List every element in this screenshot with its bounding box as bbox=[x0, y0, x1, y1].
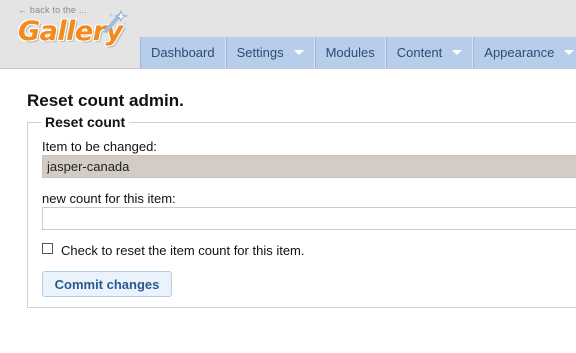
back-link[interactable]: ← back to the ... bbox=[18, 5, 87, 15]
fieldset-legend: Reset count bbox=[41, 114, 130, 130]
nav-dashboard-label: Dashboard bbox=[151, 45, 215, 60]
nav-content[interactable]: Content bbox=[385, 37, 474, 68]
nav-content-label: Content bbox=[396, 45, 443, 60]
nav-modules[interactable]: Modules bbox=[314, 37, 386, 68]
main-nav: Dashboard Settings Modules Content Appea… bbox=[140, 37, 576, 68]
reset-checkbox[interactable] bbox=[42, 243, 53, 254]
sparkle-icon bbox=[104, 9, 128, 33]
page-title: Reset count admin. bbox=[27, 91, 184, 110]
nav-settings-label: Settings bbox=[236, 45, 284, 60]
nav-appearance[interactable]: Appearance bbox=[473, 37, 576, 68]
commit-changes-button[interactable]: Commit changes bbox=[42, 271, 172, 297]
nav-modules-label: Modules bbox=[325, 45, 375, 60]
count-field[interactable] bbox=[42, 207, 576, 230]
chevron-down-icon bbox=[452, 50, 463, 55]
nav-dashboard[interactable]: Dashboard bbox=[140, 37, 226, 68]
chevron-down-icon bbox=[293, 50, 304, 55]
nav-appearance-label: Appearance bbox=[484, 45, 555, 60]
nav-settings[interactable]: Settings bbox=[225, 37, 315, 68]
header: ← back to the ... Gallery Dashboard Sett… bbox=[0, 0, 576, 69]
checkbox-label[interactable]: Check to reset the item count for this i… bbox=[61, 243, 305, 258]
chevron-down-icon bbox=[564, 50, 575, 55]
count-label: new count for this item: bbox=[42, 191, 176, 206]
item-field[interactable] bbox=[42, 155, 576, 178]
item-label: Item to be changed: bbox=[42, 139, 157, 154]
